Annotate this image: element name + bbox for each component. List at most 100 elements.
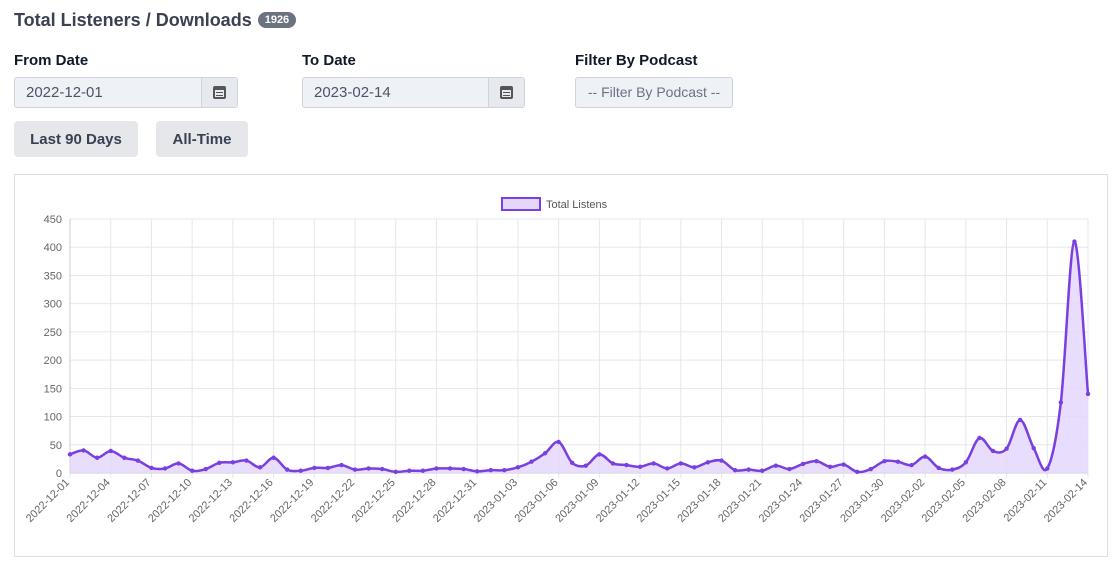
data-point	[393, 469, 398, 475]
calendar-icon	[213, 86, 226, 99]
to-date-picker-button[interactable]	[488, 78, 524, 107]
data-point	[502, 467, 507, 473]
data-point	[570, 460, 575, 466]
x-tick-label: 2023-02-08	[960, 477, 1008, 525]
data-point	[895, 459, 901, 464]
data-point	[705, 460, 711, 465]
from-date-picker-button[interactable]	[201, 78, 237, 107]
data-point	[678, 461, 683, 466]
data-point	[475, 469, 480, 474]
data-point	[1085, 391, 1091, 397]
data-point	[597, 452, 602, 457]
data-point	[760, 468, 765, 473]
data-point	[855, 469, 860, 475]
data-point	[461, 466, 466, 472]
data-point	[176, 461, 181, 466]
data-point	[827, 464, 833, 469]
chart-card: 0 50 100 150 200 250 300 350 400 450 2022-12-01 202…	[14, 174, 1108, 557]
data-point	[637, 464, 643, 469]
data-point	[556, 439, 561, 445]
data-point	[325, 465, 331, 471]
count-badge: 1926	[257, 12, 297, 28]
y-tick-label: 100	[44, 412, 62, 424]
data-point	[909, 462, 914, 468]
data-point	[963, 460, 969, 465]
data-point	[868, 466, 874, 472]
podcast-filter-select[interactable]: -- Filter By Podcast --	[575, 77, 733, 108]
legend-label: Total Listens	[546, 199, 608, 211]
page-title: Total Listeners / Downloads 1926	[14, 8, 297, 32]
data-point	[1004, 446, 1009, 451]
data-point	[787, 466, 792, 472]
data-point	[610, 461, 616, 466]
data-point	[257, 465, 263, 470]
data-point	[990, 448, 996, 454]
area-fill	[70, 241, 1088, 473]
data-point	[529, 459, 534, 464]
data-point	[339, 462, 344, 468]
legend-swatch	[501, 197, 541, 211]
from-date-value[interactable]: 2022-12-01	[15, 78, 201, 107]
data-point	[651, 461, 656, 466]
data-point	[1045, 466, 1050, 471]
data-point	[773, 463, 779, 468]
data-point	[583, 463, 588, 468]
from-date-label: From Date	[14, 52, 89, 69]
data-point	[298, 468, 303, 473]
data-point	[284, 467, 290, 472]
to-date-value[interactable]: 2023-02-14	[303, 78, 488, 107]
data-point	[162, 466, 168, 471]
data-point	[692, 465, 697, 470]
data-point	[352, 467, 358, 472]
y-tick-label: 150	[44, 383, 62, 395]
data-point	[1031, 445, 1036, 451]
data-point	[936, 465, 941, 471]
podcast-filter-label: Filter By Podcast	[575, 52, 698, 69]
x-tick-label: 2023-02-14	[1042, 477, 1090, 525]
last-90-days-button[interactable]: Last 90 Days	[14, 121, 138, 157]
data-point	[81, 448, 86, 453]
data-point	[271, 455, 276, 460]
data-point	[732, 467, 738, 473]
page-title-text: Total Listeners / Downloads	[14, 9, 252, 30]
data-point	[977, 435, 982, 441]
data-point	[950, 467, 955, 472]
from-date-input[interactable]: 2022-12-01	[14, 77, 238, 108]
y-tick-label: 350	[44, 270, 62, 282]
data-point	[1017, 417, 1023, 423]
to-date-input[interactable]: 2023-02-14	[302, 77, 525, 108]
to-date-label: To Date	[302, 52, 356, 69]
data-point	[746, 467, 751, 472]
data-point	[882, 458, 887, 464]
data-point	[420, 468, 426, 473]
data-point	[1058, 400, 1064, 405]
data-point	[312, 465, 317, 471]
data-point	[447, 466, 453, 471]
data-point	[488, 467, 493, 473]
data-point	[108, 448, 113, 454]
data-point	[434, 466, 439, 471]
data-point	[217, 460, 222, 466]
data-point	[814, 458, 819, 464]
data-point	[665, 466, 670, 471]
all-time-button[interactable]: All-Time	[156, 121, 248, 157]
data-point	[922, 454, 928, 459]
y-tick-label: 300	[44, 299, 62, 311]
data-point	[230, 460, 236, 465]
listens-chart: 0501001502002503003504004502022-12-01202…	[24, 197, 1091, 525]
data-point	[189, 468, 195, 473]
y-tick-label: 50	[50, 440, 62, 452]
data-point	[366, 466, 371, 471]
data-point	[1072, 239, 1077, 244]
data-point	[379, 466, 385, 472]
y-tick-label: 250	[44, 327, 62, 339]
y-tick-label: 400	[44, 242, 62, 254]
calendar-icon	[500, 86, 513, 99]
data-point	[841, 462, 846, 467]
data-point	[515, 465, 521, 470]
data-point	[407, 468, 412, 473]
y-tick-label: 200	[44, 355, 62, 367]
series-line	[69, 240, 1090, 474]
data-point	[149, 465, 154, 471]
data-point	[800, 461, 806, 467]
